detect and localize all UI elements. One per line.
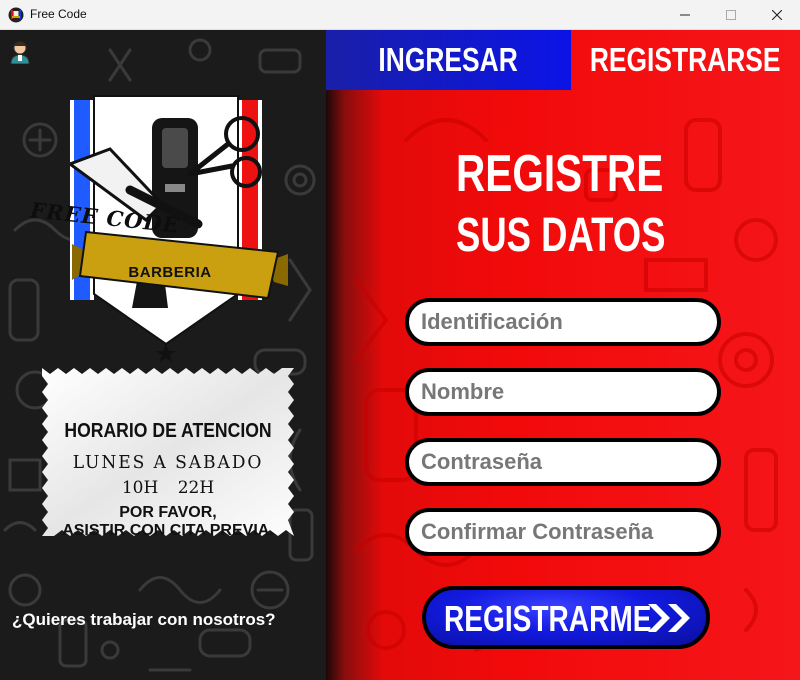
tab-login[interactable]: INGRESAR — [326, 30, 571, 90]
name-field-wrapper — [405, 368, 721, 416]
logo-subtitle-text: BARBERIA — [128, 264, 212, 281]
double-chevron-right-icon — [648, 604, 690, 632]
hours-note: POR FAVOR, ASISTIR CON CITA PREVIA. — [42, 504, 294, 540]
minimize-icon — [680, 14, 690, 16]
window-title: Free Code — [30, 7, 87, 21]
form-heading-line2: SUS DATOS — [456, 209, 666, 262]
identification-field-wrapper — [405, 298, 721, 346]
minimize-button[interactable] — [662, 0, 708, 30]
hours-note-line2: ASISTIR CON CITA PREVIA. — [62, 522, 274, 539]
register-submit-label: REGISTRARME — [444, 598, 652, 639]
title-bar: Free Code — [0, 0, 800, 30]
hours-note-line1: POR FAVOR, — [119, 504, 217, 521]
name-input[interactable] — [421, 372, 701, 412]
password-input[interactable] — [421, 442, 701, 482]
maximize-button[interactable] — [708, 0, 754, 30]
tab-register[interactable]: REGISTRARSE — [571, 30, 800, 90]
info-sidebar: FREE CODE BARBERIA HORARIO DE ATENCION L… — [0, 30, 326, 680]
register-panel: INGRESAR REGISTRARSE REGISTRE SUS DATOS — [326, 30, 800, 680]
close-button[interactable] — [754, 0, 800, 30]
register-submit-button[interactable]: REGISTRARME — [422, 586, 710, 649]
confirm-password-field-wrapper — [405, 508, 721, 556]
close-icon — [772, 10, 782, 20]
maximize-icon — [726, 10, 736, 20]
work-with-us-link[interactable]: ¿Quieres trabajar con nosotros? — [12, 610, 276, 630]
hours-days: LUNES A SABADO — [72, 452, 264, 473]
form-heading-line1: REGISTRE — [456, 145, 664, 203]
password-field-wrapper — [405, 438, 721, 486]
user-avatar-icon[interactable] — [9, 40, 31, 64]
hours-time: 10H 22H — [121, 478, 215, 498]
hours-title: HORARIO DE ATENCION — [64, 420, 272, 442]
confirm-password-input[interactable] — [421, 512, 701, 552]
identification-input[interactable] — [421, 302, 701, 342]
barber-app-icon — [8, 7, 24, 23]
tab-register-label: REGISTRARSE — [590, 41, 781, 78]
tab-login-label: INGRESAR — [378, 41, 519, 78]
barber-pattern-background — [354, 118, 778, 652]
